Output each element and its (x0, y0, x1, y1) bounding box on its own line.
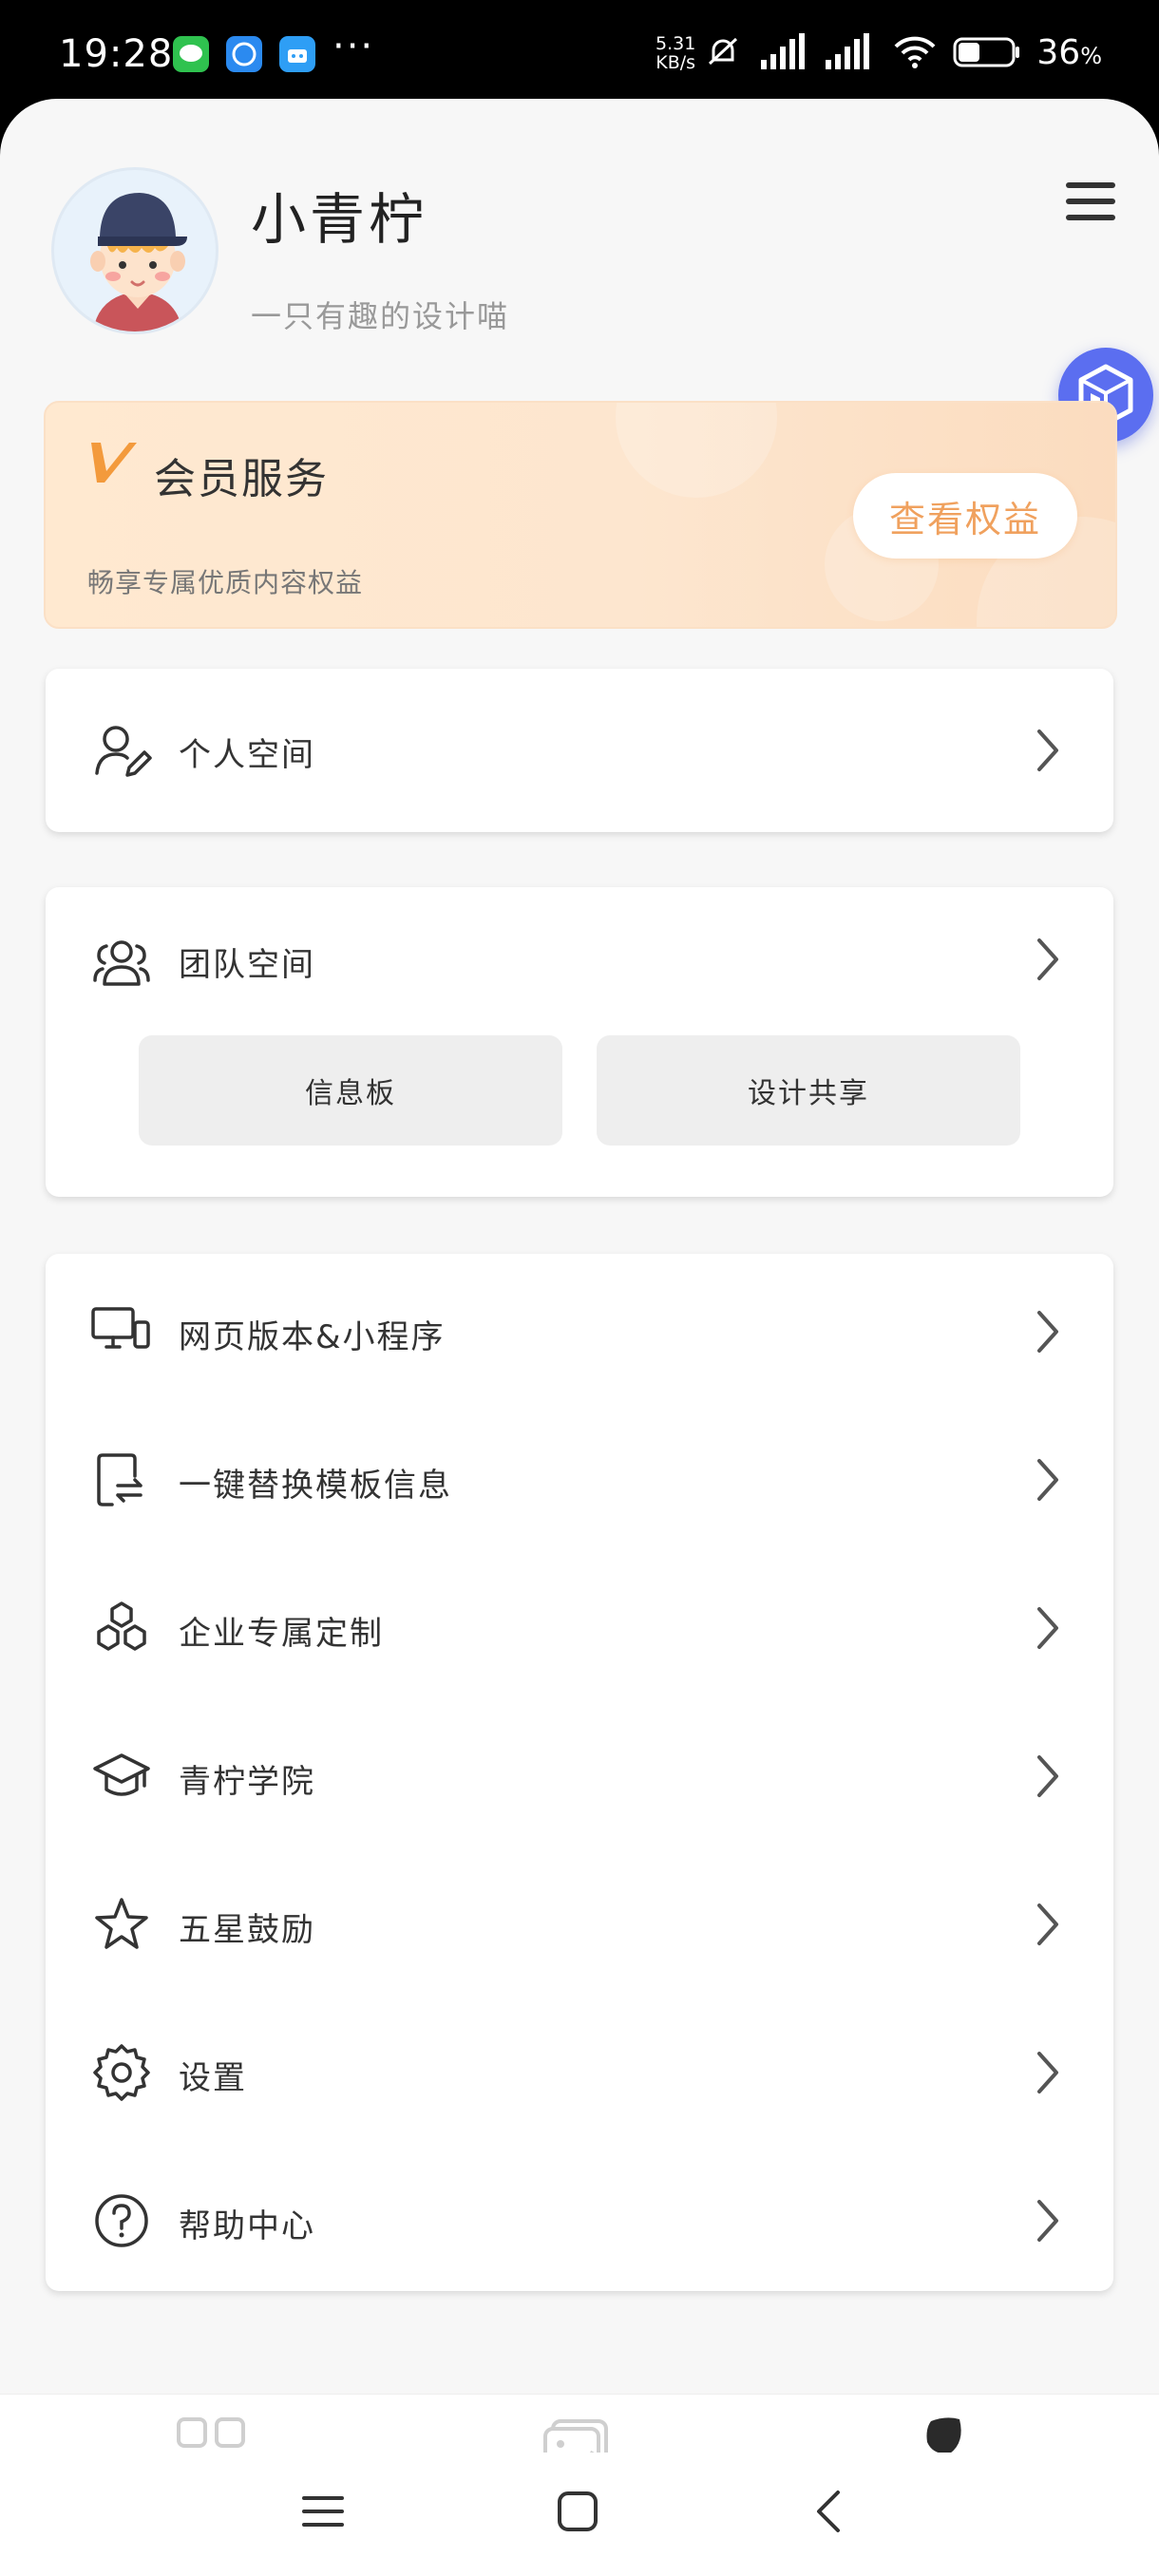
signal-icon (761, 33, 806, 69)
info-board-button[interactable]: 信息板 (139, 1035, 562, 1146)
recent-apps-icon[interactable] (294, 2483, 352, 2540)
personal-space-row[interactable]: 个人空间 (46, 679, 1113, 822)
personal-space-card: 个人空间 (46, 669, 1113, 832)
back-icon[interactable] (802, 2483, 859, 2540)
chevron-right-icon (1037, 2052, 1058, 2093)
avatar[interactable] (51, 167, 218, 334)
menu-row[interactable]: 五星鼓励 (46, 1850, 1113, 1993)
status-bar: 19:28 ··· 5.31 KB/s 36% (0, 0, 1159, 104)
network-speed: 5.31 KB/s (656, 34, 695, 72)
network-speed-unit: KB/s (656, 52, 696, 73)
vip-subtitle: 畅享专属优质内容权益 (87, 567, 364, 598)
graduation-cap-icon (93, 1753, 150, 1796)
vip-title: 会员服务 (154, 455, 329, 503)
help-icon (95, 2194, 148, 2247)
mute-bell-icon (709, 37, 738, 66)
store-app-icon (279, 36, 315, 72)
battery-percent-value: 36 (1036, 32, 1081, 72)
status-icons: 36% (702, 28, 1102, 76)
chevron-right-icon (1037, 1459, 1058, 1501)
menu-row[interactable]: 设置 (46, 1998, 1113, 2141)
home-icon[interactable] (549, 2483, 606, 2540)
username: 小青柠 (251, 187, 428, 252)
menu-card: 网页版本&小程序 一键替换模板信息 企业专属定制 青柠学院五星鼓励设置帮助中心 (46, 1254, 1113, 2291)
browser-app-icon (226, 36, 262, 72)
profile-header: 小青柠 一只有趣的设计喵 (0, 99, 1159, 384)
system-nav-bar (0, 2453, 1159, 2576)
menu-row-label: 企业专属定制 (179, 1615, 384, 1653)
battery-percent: 36% (1036, 33, 1102, 72)
menu-row[interactable]: 帮助中心 (46, 2147, 1113, 2289)
messages-app-icon (173, 36, 209, 72)
menu-row-label: 设置 (179, 2059, 247, 2097)
menu-row-label: 五星鼓励 (179, 1911, 315, 1949)
gear-icon (93, 2044, 150, 2101)
menu-row[interactable]: 青柠学院 (46, 1702, 1113, 1845)
team-space-label: 团队空间 (179, 946, 315, 984)
vip-service-card[interactable]: 会员服务 畅享专属优质内容权益 查看权益 (44, 401, 1117, 629)
chevron-right-icon (1037, 938, 1058, 980)
network-speed-value: 5.31 (656, 33, 696, 54)
chevron-right-icon (1037, 1904, 1058, 1945)
menu-row-label: 网页版本&小程序 (179, 1318, 446, 1356)
chevron-right-icon (1037, 2200, 1058, 2242)
team-space-card: 团队空间 信息板 设计共享 (46, 887, 1113, 1197)
menu-row[interactable]: 企业专属定制 (46, 1554, 1113, 1696)
view-benefits-button[interactable]: 查看权益 (853, 473, 1077, 559)
user-edit-icon (95, 726, 152, 777)
vip-decor-circle (616, 403, 777, 498)
profile-screen: 小青柠 一只有趣的设计喵 会员服务 畅享专属优质内容权益 查看权益 个人空间 团… (0, 99, 1159, 2576)
team-space-row[interactable]: 团队空间 (46, 887, 1113, 1030)
wifi-icon (894, 36, 936, 68)
menu-row[interactable]: 网页版本&小程序 (46, 1258, 1113, 1400)
team-icon (93, 940, 150, 986)
desktop-mobile-icon (91, 1307, 150, 1349)
hamburger-menu-icon[interactable] (1064, 179, 1117, 224)
replace-icon (97, 1453, 142, 1506)
battery-percent-symbol: % (1080, 42, 1102, 69)
hexagons-icon (97, 1601, 146, 1651)
chevron-right-icon (1037, 1755, 1058, 1797)
chevron-right-icon (1037, 1607, 1058, 1649)
star-icon (95, 1898, 148, 1949)
battery-icon (953, 37, 1020, 67)
personal-space-label: 个人空间 (179, 736, 315, 774)
user-bio: 一只有趣的设计喵 (251, 298, 510, 334)
menu-row-label: 一键替换模板信息 (179, 1467, 452, 1505)
menu-row-label: 帮助中心 (179, 2207, 315, 2245)
design-share-button[interactable]: 设计共享 (597, 1035, 1020, 1146)
chevron-right-icon (1037, 1311, 1058, 1353)
chevron-right-icon (1037, 729, 1058, 771)
signal-hd-icon (826, 33, 870, 69)
menu-row[interactable]: 一键替换模板信息 (46, 1406, 1113, 1548)
more-notifications: ··· (332, 25, 375, 68)
status-time: 19:28 (59, 32, 174, 76)
menu-row-label: 青柠学院 (179, 1763, 315, 1801)
vip-logo-icon (91, 443, 137, 483)
